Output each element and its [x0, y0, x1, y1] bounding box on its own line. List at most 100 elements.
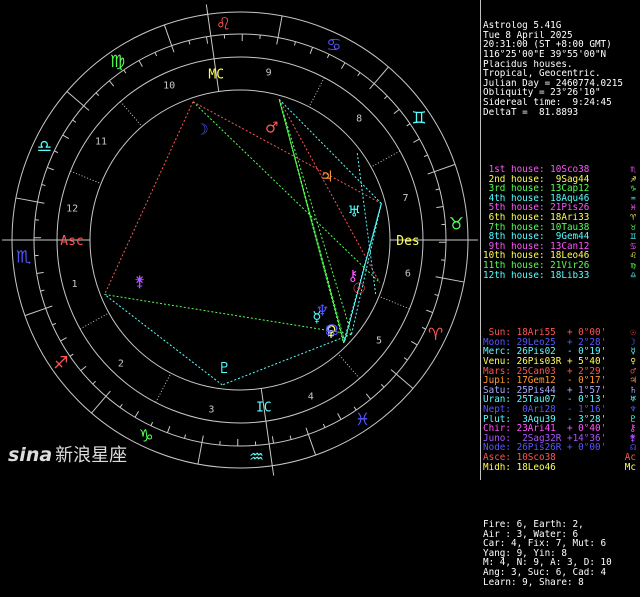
house-cusp-line — [371, 151, 400, 167]
zodiac-sign-icon: ♎ — [37, 137, 52, 157]
planet-value: 23Ari41 — [517, 424, 556, 434]
angle-label-des: Des — [396, 234, 419, 249]
header-line: Julian Day = 2460774.0215 — [483, 79, 640, 89]
planet-value: 26Pis03 — [517, 357, 556, 367]
planet-row: Juno: 2Sag32R +14°36'⚵ — [483, 434, 640, 444]
planet-speed: + 0°00' — [561, 328, 606, 338]
sign-boundary — [16, 198, 38, 202]
planet-speed: +14°36' — [561, 434, 606, 444]
degree-tick — [46, 306, 53, 308]
sign-icon: ♒ — [630, 194, 640, 204]
planet-icon: ♆ — [630, 405, 640, 415]
planet-icon: ♄ — [630, 386, 640, 396]
planet-glyph-icon: ☽ — [195, 120, 208, 138]
planet-row: Midh: 18Leo46 Mc — [483, 463, 640, 473]
zodiac-sign-icon: ♑ — [138, 427, 153, 447]
planet-icon: ♅ — [630, 395, 640, 405]
house-label: 8th house: — [483, 232, 550, 242]
header-line: Placidus houses. — [483, 60, 640, 70]
degree-tick — [70, 354, 73, 356]
zodiac-sign-icon: ♍ — [110, 52, 125, 72]
house-label: 4th house: — [483, 194, 550, 204]
planet-speed: + 5°40' — [561, 357, 606, 367]
zodiac-sign-icon: ♌ — [216, 15, 231, 35]
planet-speed — [561, 453, 567, 463]
planet-glyph-icon: ⚷ — [347, 266, 358, 284]
house-value: 13Cap12 — [550, 184, 589, 194]
zodiac-sign-icon: ♒ — [249, 447, 264, 467]
house-row: 12th house: 18Lib33♎ — [483, 271, 640, 281]
degree-tick — [323, 424, 325, 428]
house-value: 18Ari33 — [550, 213, 589, 223]
planet-speed: + 0°00' — [561, 443, 606, 453]
sign-boundary — [396, 374, 413, 388]
house-cusp-line — [80, 313, 109, 329]
zodiac-sign-icon: ♓ — [355, 410, 370, 430]
house-row: 7th house: 10Tau38♉ — [483, 223, 640, 233]
aspect-line — [193, 102, 381, 204]
planet-icon: ♀ — [630, 357, 640, 367]
planet-row: Jupi: 17Gem12 - 0°17'♃ — [483, 376, 640, 386]
degree-tick — [338, 413, 341, 419]
degree-tick — [206, 37, 207, 44]
degree-tick — [384, 96, 387, 99]
angle-label-ic: IC — [256, 400, 272, 415]
planet-value: 3Aqu39 — [517, 415, 556, 425]
degree-tick — [84, 106, 89, 111]
sign-icon: ♓ — [630, 203, 640, 213]
degree-tick — [381, 384, 384, 387]
sina-logo: sina新浪星座 — [8, 441, 127, 467]
planet-value: 26Pis02 — [517, 347, 556, 357]
planet-row: Satu: 25Pis44 + 1°57'♄ — [483, 386, 640, 396]
planet-name: Midh: — [483, 463, 517, 473]
planet-name: Merc: — [483, 347, 517, 357]
house-number: 2 — [118, 359, 124, 370]
sign-icon: ♏ — [630, 165, 640, 175]
sign-boundary — [164, 25, 171, 46]
chart-header-info: Astrolog 5.41GTue 8 April 202520:31:00 (… — [483, 21, 640, 117]
astrology-chart-wheel: ♈♉♊♋♌♍♎♏♐♑♒♓123456789101112AscICDesMC☉☽☿… — [0, 0, 480, 480]
planet-icon: ☽ — [630, 338, 640, 348]
house-cusp-list: 1st house: 10Sco38♏ 2nd house: 9Sag44♐ 3… — [483, 165, 640, 280]
sign-icon: ♎ — [630, 271, 640, 281]
planet-icon: ⚵ — [629, 434, 640, 444]
planet-name: Asce: — [483, 453, 517, 463]
wheel-ring-3 — [90, 90, 390, 390]
planet-value: 29Leo25 — [517, 338, 556, 348]
degree-tick — [310, 47, 312, 54]
planet-icon: ♂ — [630, 367, 640, 377]
planet-name: Plut: — [483, 415, 517, 425]
house-number: 11 — [95, 136, 107, 147]
aspect-line — [279, 99, 379, 282]
planet-name: Satu: — [483, 386, 517, 396]
planet-name: Mars: — [483, 367, 517, 377]
summary-line: Fire: 6, Earth: 2, — [483, 520, 640, 530]
degree-tick — [370, 84, 375, 89]
planet-glyph-icon: ♃ — [320, 168, 333, 186]
wheel-ring-2 — [57, 57, 423, 423]
planet-name: Juno: — [483, 434, 517, 444]
aspect-line — [222, 334, 351, 385]
degree-tick — [404, 358, 407, 360]
degree-tick — [40, 290, 44, 291]
house-number: 8 — [356, 113, 362, 124]
sign-icon: ♌ — [630, 251, 640, 261]
degree-tick — [290, 436, 291, 440]
house-number: 12 — [66, 203, 78, 214]
degree-tick — [394, 109, 399, 113]
degree-tick — [172, 46, 174, 53]
degree-tick — [407, 124, 410, 126]
degree-tick — [184, 435, 185, 439]
house-row: 2nd house: 9Sag44♐ — [483, 175, 640, 185]
summary-line: M: 4, N: 9, A: 3, D: 10 — [483, 558, 640, 568]
house-label: 10th house: — [483, 251, 550, 261]
sign-boundary — [374, 67, 388, 84]
house-label: 11th house: — [483, 261, 550, 271]
planet-speed: + 1°57' — [561, 386, 606, 396]
house-number: 6 — [405, 269, 411, 280]
degree-tick — [42, 184, 46, 185]
house-value: 9Gem44 — [550, 232, 589, 242]
zodiac-sign-icon: ♉ — [449, 214, 464, 234]
planet-speed — [561, 463, 567, 473]
degree-tick — [436, 206, 443, 207]
